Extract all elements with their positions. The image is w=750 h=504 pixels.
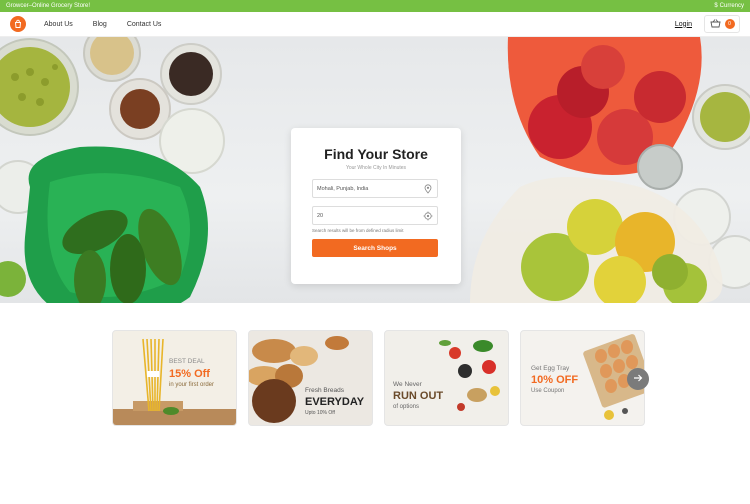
- vegetables-image: [439, 340, 500, 411]
- carousel-next-button[interactable]: [627, 368, 649, 390]
- promo-3-line3: of options: [393, 404, 420, 410]
- nav-about-us[interactable]: About Us: [44, 21, 73, 28]
- promo-1-line1: BEST DEAL: [169, 358, 205, 365]
- promo-2-line3: Upto 10% Off: [305, 410, 335, 416]
- promo-3-line2: RUN OUT: [393, 390, 444, 402]
- cart-button[interactable]: 0: [704, 15, 740, 33]
- promo-3-line1: We Never: [393, 381, 422, 388]
- promo-card-fresh-breads[interactable]: Fresh Breads EVERYDAY Upto 10% Off: [248, 330, 373, 426]
- location-input[interactable]: Mohali, Punjab, India: [312, 179, 438, 198]
- promo-4-line2: 10% OFF: [531, 374, 579, 386]
- promo-2-line1: Fresh Breads: [305, 387, 345, 394]
- radius-input-value: 20: [317, 212, 324, 219]
- search-shops-button[interactable]: Search Shops: [312, 239, 438, 257]
- promo-1-line3: in your first order: [169, 382, 215, 388]
- promo-4-line3: Use Coupon: [531, 388, 565, 394]
- promo-2-line2: EVERYDAY: [305, 396, 365, 408]
- currency-selector[interactable]: $ Currency: [714, 3, 744, 9]
- store-name: Growcer–Online Grocery Store!: [6, 3, 91, 9]
- site-header: About Us Blog Contact Us Login 0: [0, 12, 750, 37]
- nav-blog[interactable]: Blog: [93, 21, 107, 28]
- find-store-title: Find Your Store: [324, 146, 428, 162]
- bag-logo-icon[interactable]: [10, 16, 26, 32]
- hero-banner: Find Your Store Your Whole City In Minut…: [0, 37, 750, 303]
- promo-4-line1: Get Egg Tray: [531, 365, 570, 372]
- basket-icon: [709, 15, 721, 33]
- header-actions: Login 0: [675, 15, 740, 33]
- top-announcement-bar: Growcer–Online Grocery Store! $ Currency: [0, 0, 750, 12]
- nav-contact-us[interactable]: Contact Us: [127, 21, 162, 28]
- find-store-subtitle: Your Whole City In Minutes: [345, 165, 407, 171]
- promo-card-never-run-out[interactable]: We Never RUN OUT of options: [384, 330, 509, 426]
- main-nav: About Us Blog Contact Us: [34, 21, 181, 28]
- location-pin-icon[interactable]: [423, 184, 433, 194]
- currency-symbol: $: [714, 3, 718, 9]
- currency-label: Currency: [719, 3, 744, 9]
- promo-1-line2: 15% Off: [169, 368, 210, 380]
- cart-count-badge: 0: [724, 19, 735, 29]
- promo-card-best-deal[interactable]: BEST DEAL 15% Off in your first order: [112, 330, 237, 426]
- radius-hint: Search results will be from defined radi…: [312, 228, 404, 233]
- find-store-card: Find Your Store Your Whole City In Minut…: [291, 128, 461, 284]
- target-icon[interactable]: [423, 211, 433, 221]
- location-input-value: Mohali, Punjab, India: [317, 185, 369, 192]
- radius-input[interactable]: 20: [312, 206, 438, 225]
- arrow-right-icon: [633, 373, 643, 385]
- login-link[interactable]: Login: [675, 21, 692, 28]
- promo-carousel: BEST DEAL 15% Off in your first order Fr…: [112, 330, 648, 426]
